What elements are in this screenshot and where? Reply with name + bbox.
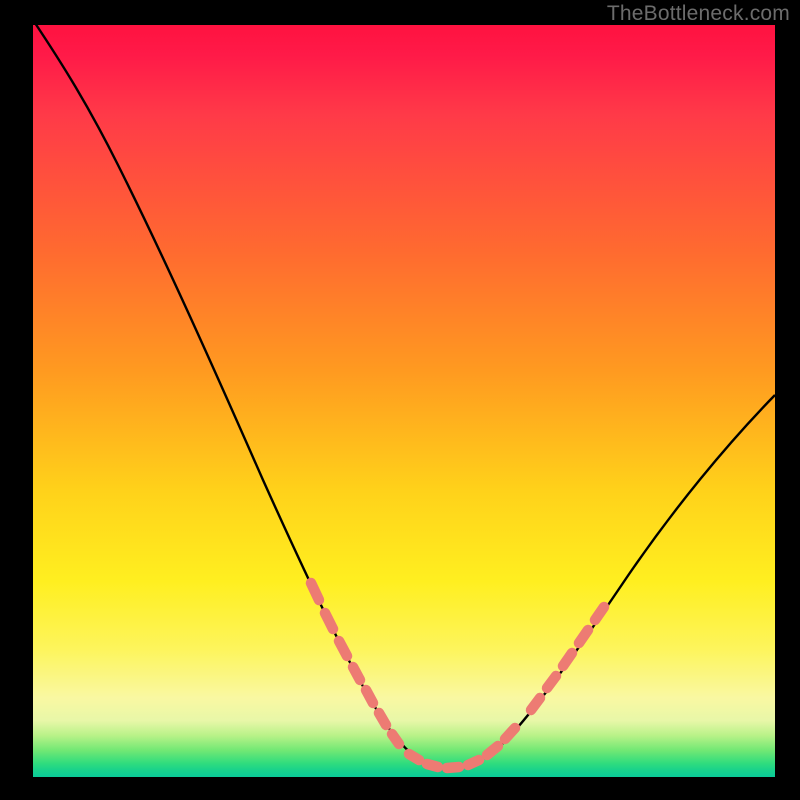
dash-region-valley xyxy=(409,728,515,768)
chart-frame: TheBottleneck.com xyxy=(0,0,800,800)
plot-area xyxy=(33,25,775,777)
dash-region-left xyxy=(311,583,399,744)
curve-path xyxy=(33,20,775,769)
bottleneck-curve xyxy=(33,25,775,777)
watermark-text: TheBottleneck.com xyxy=(607,2,790,26)
dash-overlay xyxy=(311,583,604,768)
dash-region-right xyxy=(531,607,604,710)
